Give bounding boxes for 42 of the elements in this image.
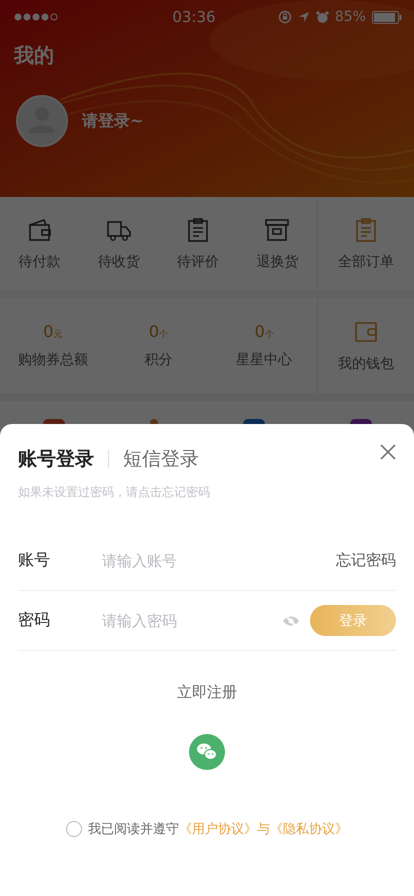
account-label: 账号 bbox=[18, 550, 51, 571]
rotation-lock-icon bbox=[278, 10, 292, 24]
order-label[interactable]: 待收货 bbox=[98, 252, 140, 270]
location-arrow-icon bbox=[298, 11, 310, 23]
asset-value: 0个 bbox=[254, 322, 274, 341]
login-tab[interactable]: 短信登录 bbox=[123, 446, 199, 472]
alarm-clock-icon bbox=[316, 10, 329, 24]
close-icon[interactable] bbox=[380, 444, 396, 460]
order-label[interactable]: 待付款 bbox=[18, 252, 61, 270]
user-agreement-link[interactable]: 《用户协议》 bbox=[179, 822, 257, 837]
archive-box-icon[interactable] bbox=[264, 216, 290, 242]
login-prompt-link[interactable]: 请登录~ bbox=[82, 110, 144, 132]
order-label[interactable]: 待评价 bbox=[177, 252, 220, 270]
register-link[interactable]: 立即注册 bbox=[18, 683, 396, 702]
signal-icon bbox=[14, 13, 60, 21]
order-label[interactable]: 退换货 bbox=[256, 252, 298, 270]
account-input[interactable]: 请输入账号 bbox=[102, 552, 326, 570]
eye-slash-icon[interactable] bbox=[282, 614, 300, 628]
password-label: 密码 bbox=[18, 610, 51, 631]
wallet-label[interactable]: 我的钱包 bbox=[338, 354, 394, 372]
status-time: 03:36 bbox=[172, 8, 216, 26]
order-label[interactable]: 全部订单 bbox=[338, 252, 394, 270]
asset-value: 0元 bbox=[43, 322, 62, 341]
login-button[interactable]: 登录 bbox=[310, 605, 396, 636]
asset-label[interactable]: 购物券总额 bbox=[18, 351, 88, 369]
agreement-text: 我已阅读并遵守《用户协议》与《隐私协议》 bbox=[88, 821, 348, 838]
battery-icon bbox=[372, 10, 402, 24]
asset-label[interactable]: 星星中心 bbox=[236, 351, 292, 369]
password-input[interactable]: 请输入密码 bbox=[102, 612, 272, 630]
agreement-radio[interactable] bbox=[66, 821, 82, 837]
battery-percent: 85% bbox=[334, 9, 366, 25]
avatar-icon[interactable] bbox=[16, 95, 68, 147]
privacy-policy-link[interactable]: 《隐私协议》 bbox=[270, 822, 348, 837]
wallet-icon[interactable] bbox=[26, 216, 53, 242]
clipboard-icon[interactable] bbox=[353, 216, 379, 242]
hint-text: 如果未设置过密码，请点击忘记密码 bbox=[18, 484, 211, 501]
forgot-password-link[interactable]: 忘记密码 bbox=[336, 551, 396, 570]
chat-bubbles-icon[interactable] bbox=[189, 734, 225, 770]
asset-value: 0个 bbox=[148, 322, 168, 341]
page-title: 我的 bbox=[12, 42, 55, 69]
login-tab[interactable]: 账号登录 bbox=[18, 446, 94, 472]
asset-label[interactable]: 积分 bbox=[144, 351, 172, 369]
